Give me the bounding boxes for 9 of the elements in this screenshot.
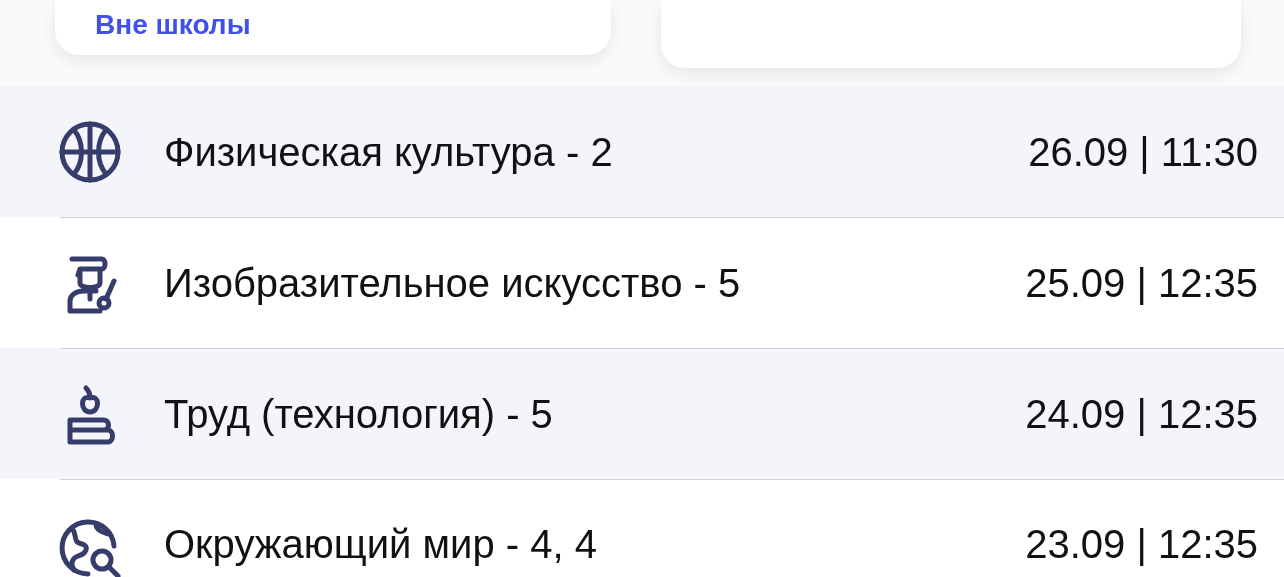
grade-date-time: 23.09 | 12:35 [1025, 521, 1258, 568]
subject-grade: Физическая культура - 2 [164, 128, 614, 176]
outside-school-link[interactable]: Вне школы [95, 9, 251, 40]
subject-grade: Окружающий мир - 4, 4 [164, 521, 598, 568]
subject-grade: Изобразительное искусство - 5 [164, 259, 742, 307]
grade-date-time: 25.09 | 12:35 [1025, 259, 1258, 307]
grade-date-time: 26.09 | 11:30 [1028, 128, 1258, 176]
subject-grade: Труд (технология) - 5 [164, 390, 554, 438]
grade-date-time: 24.09 | 12:35 [1025, 390, 1258, 438]
